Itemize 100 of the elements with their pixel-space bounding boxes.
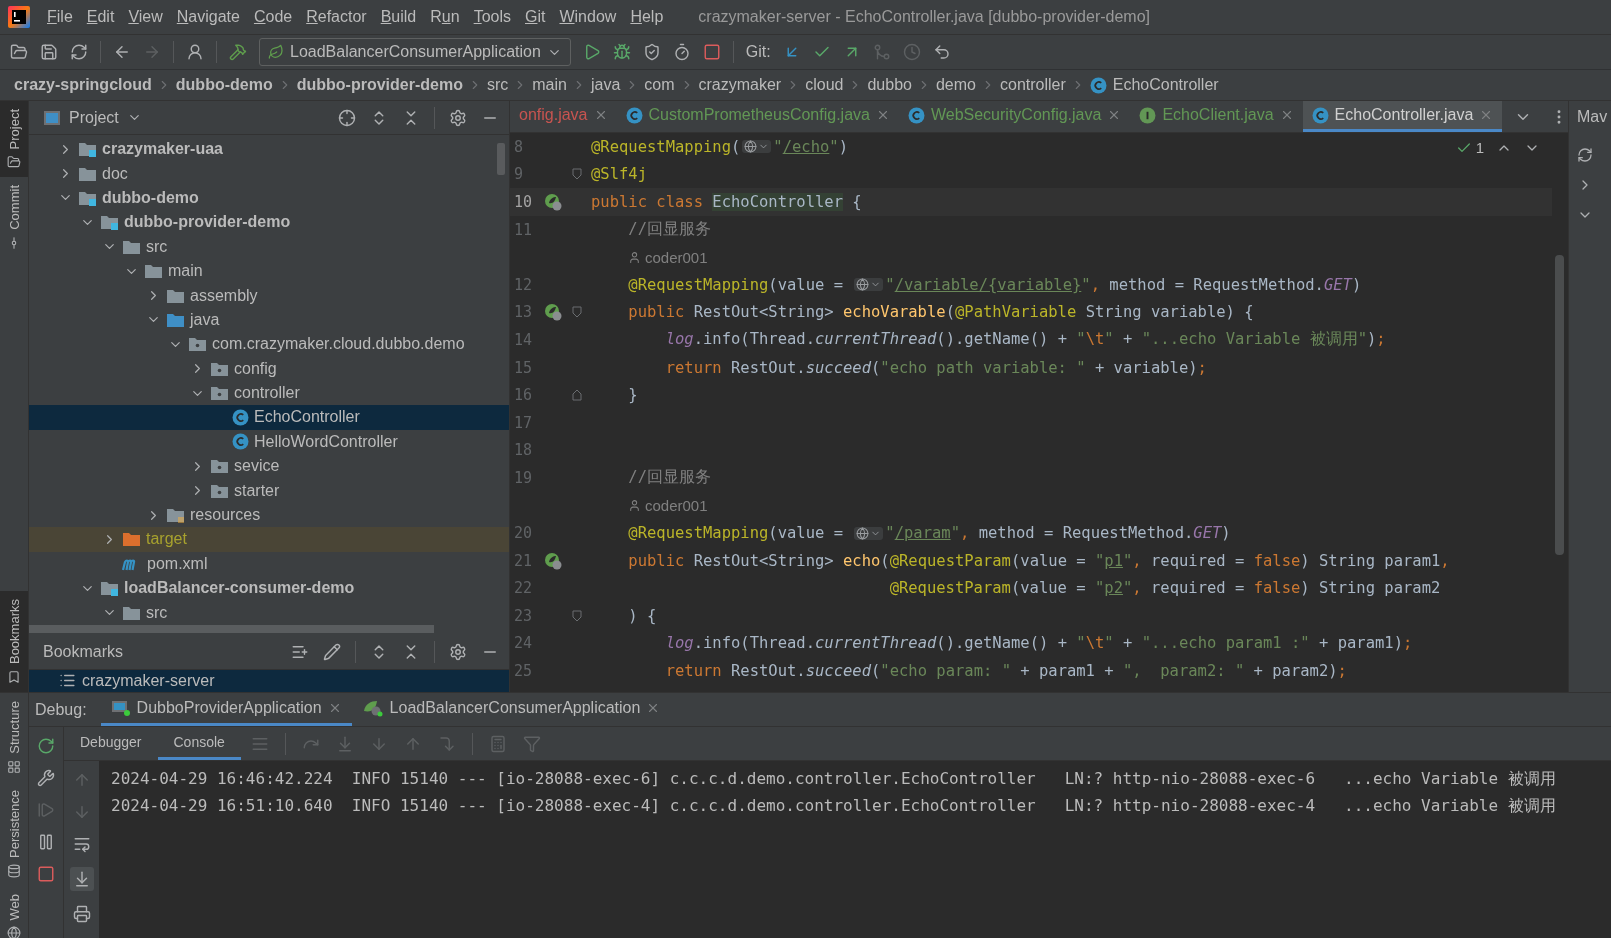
tree-item[interactable]: config <box>29 356 509 381</box>
fold-marker-icon[interactable] <box>572 306 582 319</box>
breadcrumb-item[interactable]: com <box>644 76 675 94</box>
menu-item[interactable]: Tools <box>466 8 518 26</box>
tree-item[interactable]: java <box>29 307 509 333</box>
tool-window-button[interactable]: Web <box>0 885 28 938</box>
tree-item[interactable]: pom.xml <box>29 551 509 577</box>
wrench-icon[interactable] <box>37 769 55 787</box>
print-icon[interactable] <box>72 905 91 923</box>
menu-item[interactable]: Code <box>246 8 300 26</box>
editor-tab[interactable]: WebSecurityConfig.java <box>898 101 1131 132</box>
editor-tab[interactable]: EchoClient.java <box>1130 101 1303 132</box>
menu-item[interactable]: Build <box>373 8 424 26</box>
menu-item[interactable]: Git <box>518 8 553 26</box>
fold-marker-icon[interactable] <box>572 609 582 622</box>
pause-icon[interactable] <box>37 833 55 851</box>
menu-item[interactable]: View <box>121 8 170 26</box>
tool-window-button[interactable]: Structure <box>0 693 28 782</box>
rerun-icon[interactable] <box>37 737 55 755</box>
tree-item[interactable]: HelloWordController <box>29 429 509 455</box>
spring-bean-icon[interactable] <box>544 193 562 211</box>
breadcrumb-item[interactable]: dubbo-demo <box>175 76 273 94</box>
inlay-hint[interactable] <box>854 278 884 292</box>
tree-item[interactable]: EchoController <box>29 405 509 430</box>
rollback-icon[interactable] <box>932 43 951 61</box>
breadcrumb-item[interactable]: crazy-springcloud <box>14 76 152 94</box>
settings-icon[interactable] <box>449 108 467 127</box>
scroll-to-end-button[interactable] <box>69 867 94 891</box>
tree-item[interactable]: main <box>29 258 509 284</box>
tree-item[interactable]: doc <box>29 161 509 186</box>
tree-item[interactable]: target <box>29 527 509 552</box>
fold-marker-icon[interactable] <box>572 168 582 181</box>
tool-window-button[interactable]: Persistence <box>0 781 28 886</box>
tree-item[interactable]: starter <box>29 478 509 503</box>
debug-session-tab[interactable]: LoadBalancerConsumerApplication <box>351 693 671 726</box>
breadcrumb-item[interactable]: cloud <box>805 76 844 94</box>
tree-item[interactable]: crazymaker-uaa <box>29 137 509 162</box>
vertical-scrollbar[interactable] <box>1555 255 1564 555</box>
breadcrumb-item[interactable]: controller <box>1000 76 1066 94</box>
inlay-hint[interactable] <box>854 526 884 540</box>
spring-bean-icon[interactable] <box>544 551 562 570</box>
editor-tab[interactable]: EchoController.java <box>1302 101 1503 132</box>
breadcrumb-item[interactable]: main <box>532 76 567 94</box>
settings-icon[interactable] <box>449 643 467 662</box>
tree-item[interactable]: sevice <box>29 454 509 479</box>
tree-item[interactable]: resources <box>29 502 509 528</box>
breadcrumb-item[interactable]: java <box>590 76 621 94</box>
tree-item[interactable]: dubbo-demo <box>29 185 509 211</box>
user-icon[interactable] <box>186 43 204 61</box>
run-configuration-dropdown[interactable]: LoadBalancerConsumerApplication <box>259 38 571 66</box>
tree-item[interactable]: src <box>29 600 509 625</box>
breadcrumb-item[interactable]: demo <box>935 76 976 94</box>
menu-item[interactable]: Refactor <box>299 8 374 26</box>
inspection-count[interactable]: 1 <box>1455 139 1484 156</box>
panel-title[interactable]: Mav <box>1577 101 1608 133</box>
tree-item[interactable]: com.crazymaker.cloud.dubbo.demo <box>29 332 509 357</box>
breadcrumb-item[interactable]: dubbo-provider-demo <box>296 76 463 94</box>
tree-item[interactable]: src <box>29 234 509 259</box>
panel-title[interactable]: Project <box>43 108 142 127</box>
tool-window-button[interactable]: Project <box>0 101 28 178</box>
tree-item[interactable]: dubbo-provider-demo <box>29 210 509 235</box>
menu-item[interactable]: Window <box>552 8 624 26</box>
hammer-icon[interactable] <box>229 43 247 61</box>
author-hint[interactable]: coder001 <box>587 248 708 266</box>
tool-window-button[interactable]: Commit <box>0 177 28 259</box>
breadcrumb-item[interactable]: crazymaker <box>698 76 782 94</box>
debug-subtab[interactable]: Debugger <box>64 727 158 760</box>
debug-icon[interactable] <box>612 43 631 61</box>
stop-icon[interactable] <box>702 43 721 61</box>
menu-item[interactable]: Help <box>623 8 671 26</box>
refresh-icon[interactable] <box>1577 147 1593 163</box>
fold-marker-icon[interactable] <box>572 389 582 402</box>
stop-icon[interactable] <box>37 865 55 883</box>
menu-item[interactable]: Run <box>423 8 467 26</box>
menu-item[interactable]: Edit <box>79 8 122 26</box>
breadcrumb-item[interactable]: dubbo <box>867 76 912 94</box>
author-hint[interactable]: coder001 <box>587 497 708 514</box>
bookmark-list-item[interactable]: crazymaker-server <box>29 669 509 692</box>
soft-wrap-icon[interactable] <box>72 835 91 853</box>
locate-icon[interactable] <box>338 108 356 127</box>
horizontal-scrollbar[interactable] <box>29 624 434 633</box>
tree-item[interactable]: controller <box>29 380 509 406</box>
open-folder-icon[interactable] <box>10 43 28 61</box>
profiler-icon[interactable] <box>672 43 691 61</box>
edit-icon[interactable] <box>323 643 341 662</box>
coverage-icon[interactable] <box>642 43 661 61</box>
breadcrumb-item[interactable]: EchoController <box>1089 76 1219 94</box>
tree-item[interactable]: assembly <box>29 283 509 308</box>
breadcrumb-item[interactable]: src <box>486 76 509 94</box>
save-icon[interactable] <box>40 43 58 61</box>
debug-session-tab[interactable]: DubboProviderApplication <box>100 693 352 726</box>
inlay-hint[interactable] <box>742 140 772 154</box>
menu-item[interactable]: Navigate <box>169 8 247 26</box>
tree-item[interactable]: loadBalancer-consumer-demo <box>29 576 509 601</box>
spring-bean-icon[interactable] <box>544 303 562 322</box>
refresh-icon[interactable] <box>70 43 88 61</box>
tool-window-button[interactable]: Bookmarks <box>0 590 28 692</box>
editor-tab[interactable]: CustomPrometheusConfig.java <box>616 101 899 132</box>
vertical-scrollbar[interactable] <box>497 143 505 175</box>
menu-item[interactable]: File <box>40 8 80 26</box>
